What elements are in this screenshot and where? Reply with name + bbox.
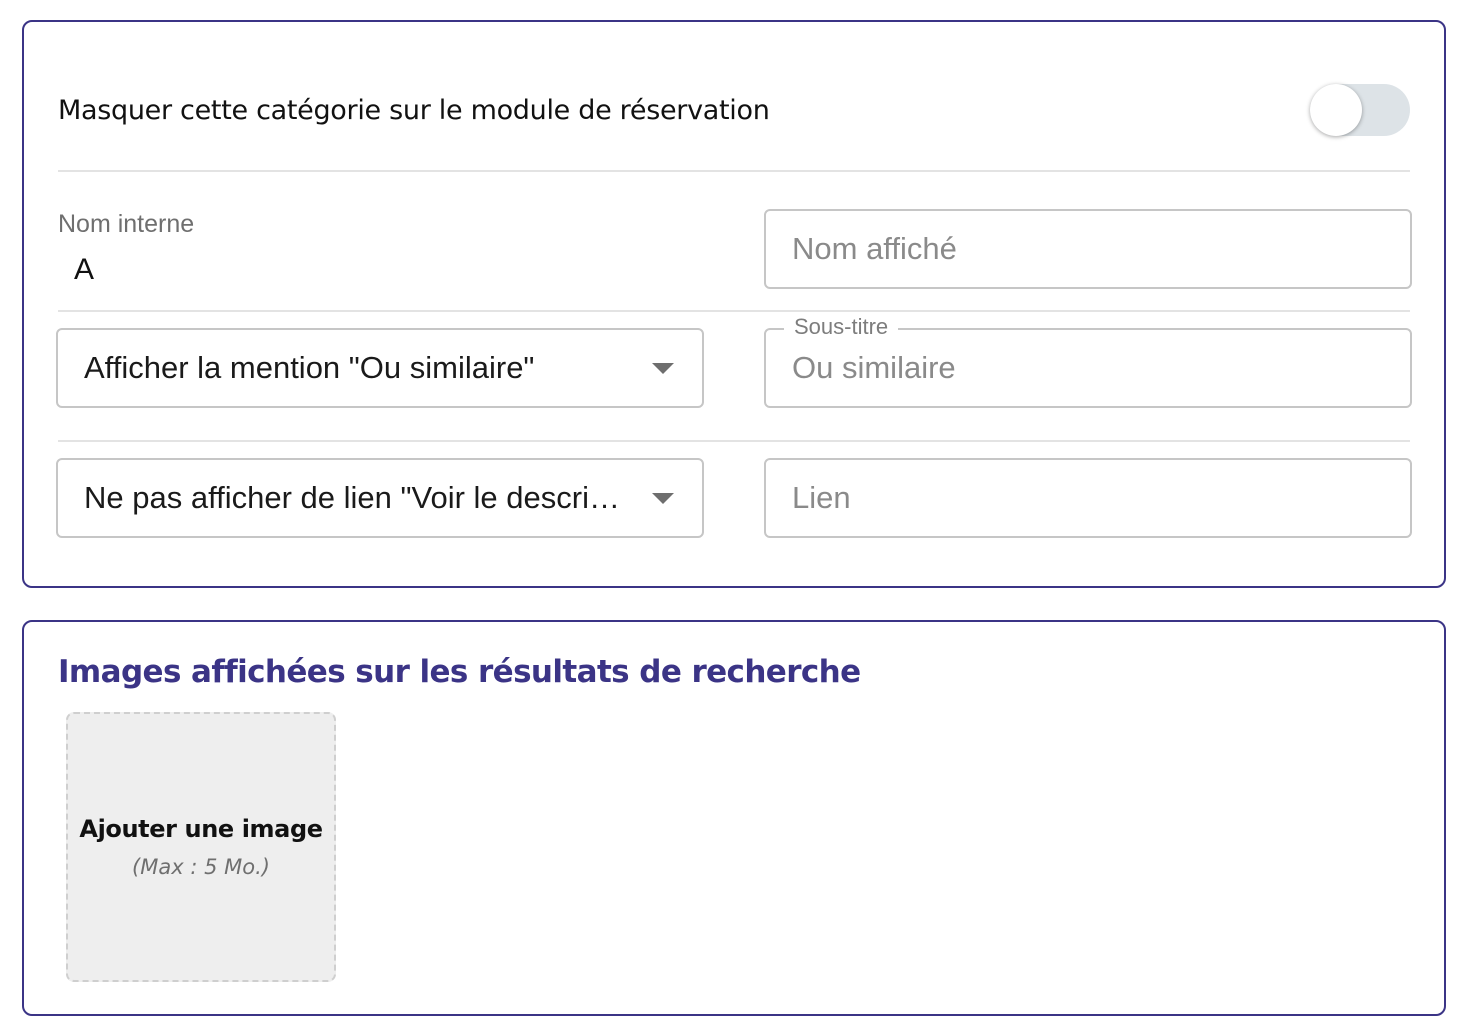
chevron-down-icon [652, 492, 674, 504]
subtitle-label: Sous-titre [784, 314, 899, 340]
add-image-hint: (Max : 5 Mo.) [132, 855, 270, 879]
category-settings-card: Masquer cette catégorie sur le module de… [22, 20, 1446, 588]
similar-mention-select-value: Afficher la mention "Ou similaire" [84, 350, 535, 385]
internal-name-label: Nom interne [58, 210, 195, 238]
chevron-down-icon [652, 362, 674, 374]
divider [58, 440, 1410, 442]
search-images-card: Images affichées sur les résultats de re… [22, 620, 1446, 1016]
toggle-knob [1310, 84, 1362, 136]
subtitle-input[interactable] [792, 350, 1384, 386]
description-link-select-value: Ne pas afficher de lien "Voir le descrip… [84, 480, 642, 515]
display-name-input[interactable] [792, 231, 1384, 267]
internal-name-field: Nom interne A [58, 210, 706, 287]
internal-name-value: A [74, 253, 95, 286]
subtitle-field[interactable]: Sous-titre [764, 314, 1412, 408]
add-image-button[interactable]: Ajouter une image (Max : 5 Mo.) [66, 712, 336, 982]
hide-category-toggle[interactable] [1310, 84, 1410, 136]
hide-category-row: Masquer cette catégorie sur le module de… [58, 82, 1410, 138]
link-input[interactable] [792, 480, 1384, 516]
similar-mention-select[interactable]: Afficher la mention "Ou similaire" [56, 328, 704, 408]
hide-category-label: Masquer cette catégorie sur le module de… [58, 94, 770, 126]
divider [58, 310, 1410, 312]
divider [58, 170, 1410, 172]
section-title: Images affichées sur les résultats de re… [58, 654, 861, 690]
link-field[interactable] [764, 458, 1412, 538]
description-link-select[interactable]: Ne pas afficher de lien "Voir le descrip… [56, 458, 704, 538]
display-name-field[interactable] [764, 209, 1412, 289]
add-image-label: Ajouter une image [79, 815, 323, 843]
